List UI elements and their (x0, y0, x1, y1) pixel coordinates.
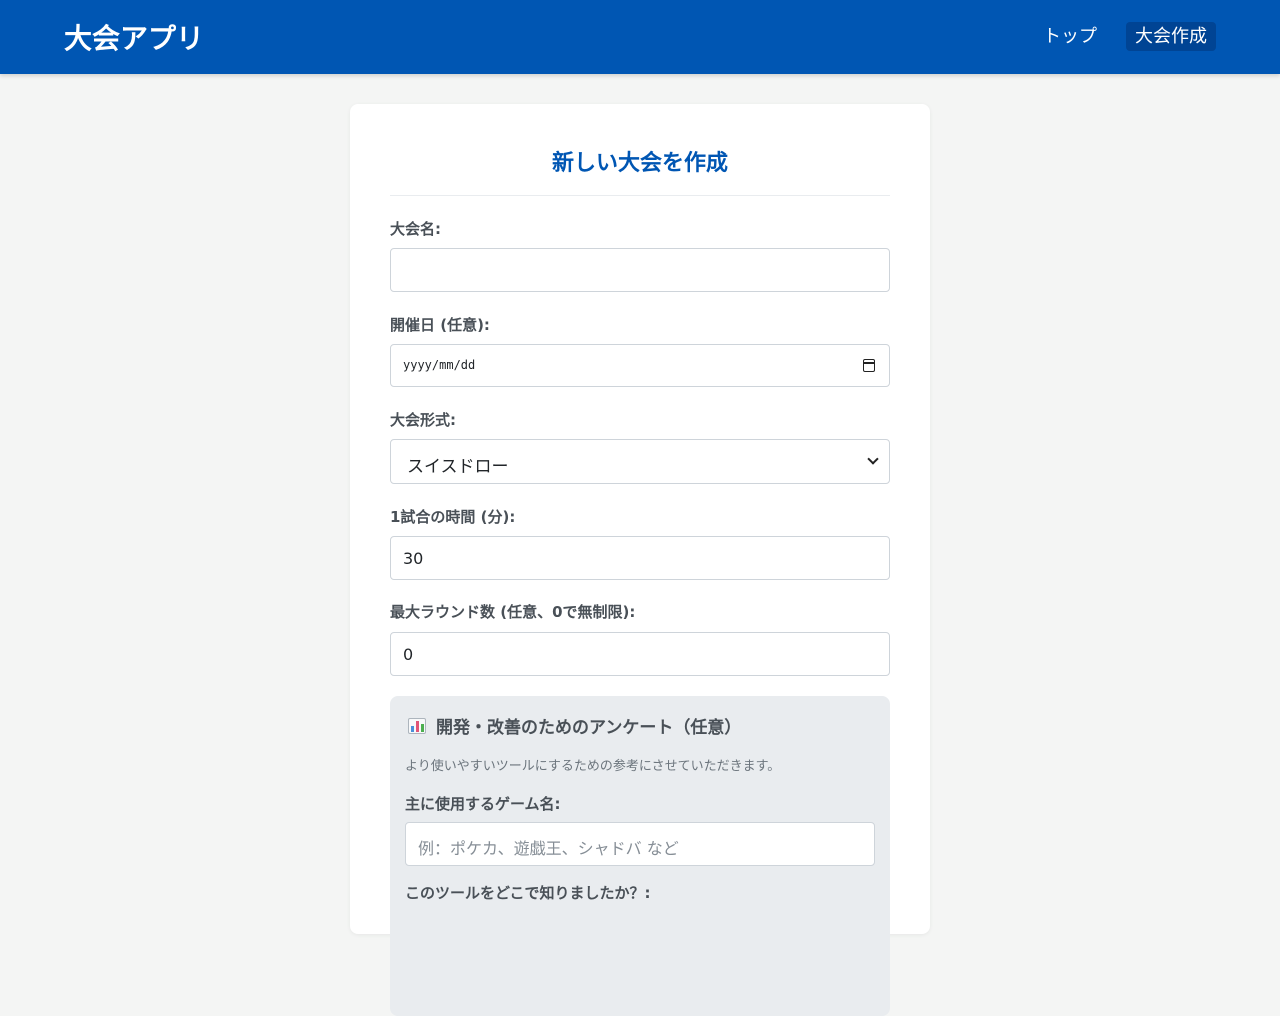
page-title: 新しい大会を作成 (551, 151, 728, 176)
nav-link-create-tournament[interactable]: 大会作成 (1126, 22, 1216, 51)
max-rounds-value: 0 (403, 645, 414, 664)
survey-description: より使いやすいツールにするための参考にさせていただきます。 (405, 759, 781, 774)
survey-heading-text: 開発・改善のためのアンケート（任意） (436, 718, 742, 738)
nav-link-top[interactable]: トップ (1043, 22, 1097, 51)
event-date-value: yyyy/mm/dd (403, 358, 476, 372)
tournament-format-select[interactable]: スイスドロー (390, 439, 890, 484)
event-date-input[interactable]: yyyy/mm/dd (390, 344, 890, 387)
app-header: 大会アプリ トップ 大会作成 (0, 0, 1280, 74)
max-rounds-label: 最大ラウンド数 (任意、0で無制限): (390, 603, 636, 621)
app-brand[interactable]: 大会アプリ (64, 17, 204, 57)
match-time-value: 30 (403, 549, 424, 568)
max-rounds-input[interactable]: 0 (390, 632, 890, 676)
tournament-format-selected: スイスドロー (407, 457, 509, 477)
tournament-name-input[interactable] (390, 248, 890, 292)
calendar-icon[interactable] (863, 359, 875, 372)
match-time-label: 1試合の時間 (分): (390, 508, 516, 526)
game-name-label: 主に使用するゲーム名: (405, 795, 561, 813)
match-time-input[interactable]: 30 (390, 536, 890, 580)
chevron-down-icon (867, 453, 879, 465)
create-tournament-form: 新しい大会を作成 大会名: 開催日 (任意): yyyy/mm/dd 大会形式:… (350, 104, 930, 1016)
survey-heading: 開発・改善のためのアンケート（任意） (408, 713, 741, 738)
event-date-label: 開催日 (任意): (390, 316, 490, 334)
tournament-format-label: 大会形式: (390, 411, 456, 429)
tournament-name-label: 大会名: (390, 220, 441, 238)
game-name-placeholder: 例：ポケカ、遊戯王、シャドバ など (418, 839, 679, 858)
title-divider (390, 195, 890, 196)
game-name-input[interactable]: 例：ポケカ、遊戯王、シャドバ など (405, 822, 875, 866)
bar-chart-icon (408, 717, 426, 734)
survey-section: 開発・改善のためのアンケート（任意） より使いやすいツールにするための参考にさせ… (390, 696, 890, 1016)
